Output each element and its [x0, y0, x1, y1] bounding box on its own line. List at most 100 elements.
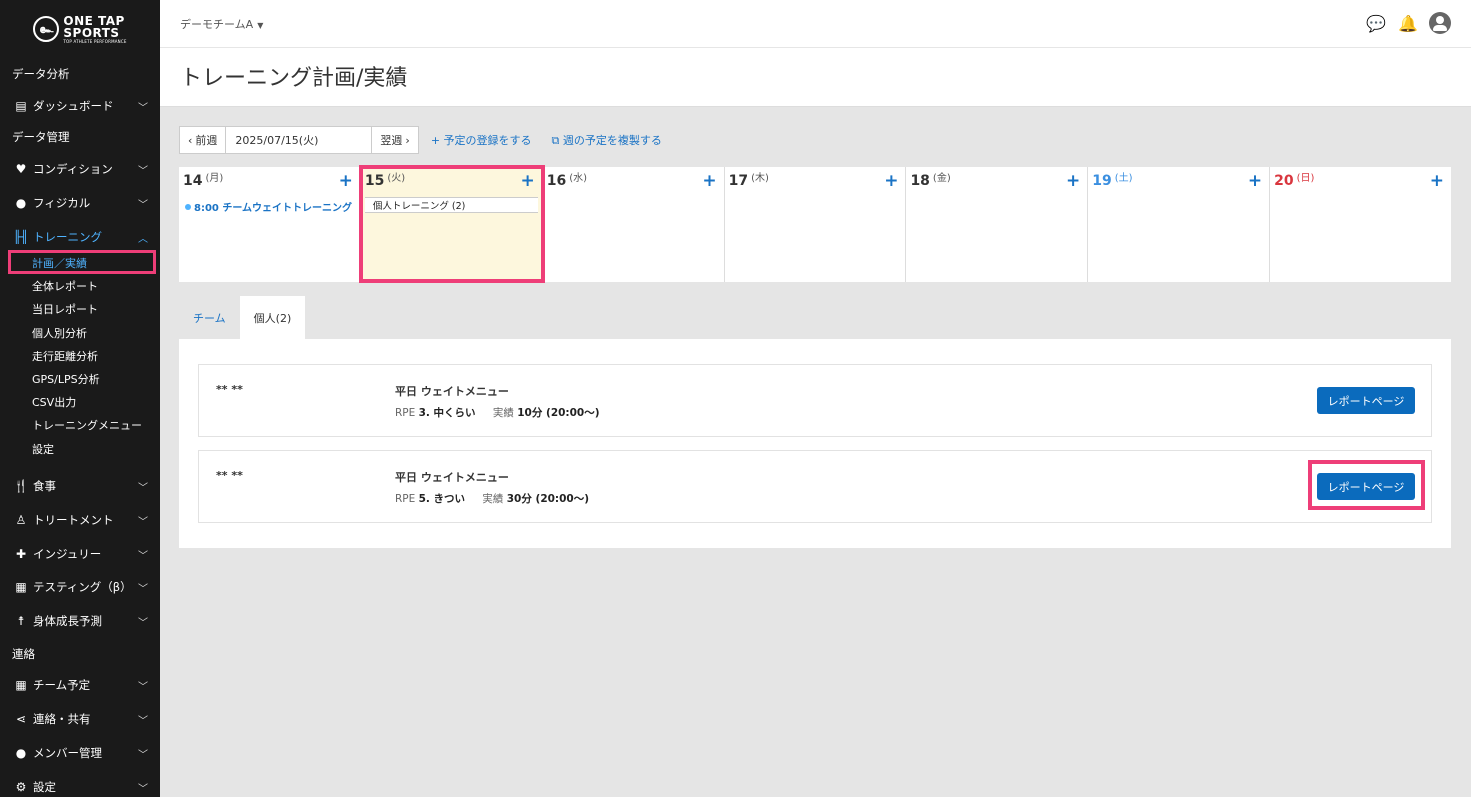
child-icon: ☨: [17, 614, 25, 628]
bell-icon[interactable]: 🔔: [1397, 12, 1419, 34]
add-event-icon[interactable]: +: [1066, 171, 1080, 191]
sidebar-item-members[interactable]: ● メンバー管理 ﹀: [0, 740, 160, 766]
highlight-frame: [8, 250, 156, 274]
logo-tagline: TOP ATHLETE PERFORMANCE: [63, 38, 127, 44]
actual-value: 30分 (20:00〜): [506, 493, 590, 505]
chevron-down-icon: ﹀: [138, 681, 148, 693]
sidebar-subitem-distance-analysis[interactable]: 走行距離分析: [32, 348, 98, 364]
sidebar-item-meal[interactable]: 🍴 食事 ﹀: [0, 473, 160, 499]
calendar-day[interactable]: 18 (金) +: [906, 167, 1089, 282]
sidebar-subitem-settings[interactable]: 設定: [32, 441, 54, 457]
team-event-label: 8:00 チームウェイトトレーニング: [194, 203, 353, 214]
athlete-name: ** **: [216, 469, 243, 482]
sidebar: ๛ ONE TAP SPORTS TOP ATHLETE PERFORMANCE…: [0, 0, 160, 797]
utensils-icon: 🍴: [13, 479, 29, 493]
rpe-label: RPE: [395, 407, 416, 419]
calendar-day-saturday[interactable]: 19 (土) +: [1088, 167, 1271, 282]
user-avatar-icon[interactable]: [1429, 12, 1451, 34]
sidebar-item-label: コンディション: [33, 162, 113, 176]
testing-icon: ▦: [15, 580, 27, 594]
day-number: 15: [364, 173, 385, 189]
copy-week-link[interactable]: ⧉ 週の予定を複製する: [552, 132, 662, 148]
day-number: 16: [546, 173, 567, 189]
chevron-down-icon: ﹀: [138, 783, 148, 795]
sidebar-item-label: 連絡・共有: [33, 712, 91, 726]
page-title: トレーニング計画/実績: [180, 66, 408, 91]
sidebar-item-physical[interactable]: ● フィジカル ﹀: [0, 190, 160, 216]
calendar-day[interactable]: 17 (木) +: [725, 167, 907, 282]
sidebar-subitem-individual-analysis[interactable]: 個人別分析: [32, 325, 87, 341]
sidebar-item-settings[interactable]: ⚙ 設定 ﹀: [0, 774, 160, 797]
calendar-day-sunday[interactable]: 20 (日) +: [1270, 167, 1451, 282]
add-event-icon[interactable]: +: [884, 171, 898, 191]
add-event-icon[interactable]: +: [339, 171, 353, 191]
next-week-button[interactable]: 翌週 ›: [371, 126, 419, 154]
day-of-week: (木): [751, 173, 769, 184]
tab-team[interactable]: チーム: [179, 296, 240, 339]
team-event[interactable]: 8:00 チームウェイトトレーニング: [185, 199, 352, 214]
sidebar-item-dashboard[interactable]: ▤ ダッシュボード ﹀: [0, 93, 160, 119]
add-event-icon[interactable]: +: [1248, 171, 1262, 191]
chevron-down-icon: ﹀: [138, 583, 148, 595]
chevron-down-icon: ﹀: [138, 199, 148, 211]
chat-icon[interactable]: 💬: [1365, 12, 1387, 34]
record-meta: RPE 5. きつい 実績 30分 (20:00〜): [395, 491, 589, 506]
calendar-icon: ▦: [15, 678, 27, 692]
sidebar-subitem-gps-analysis[interactable]: GPS/LPS分析: [32, 371, 100, 387]
dumbbell-icon: ╟╢: [13, 230, 29, 244]
sidebar-subitem-csv-export[interactable]: CSV出力: [32, 394, 76, 410]
day-number: 14: [183, 173, 203, 189]
sidebar-item-label: トリートメント: [33, 513, 114, 527]
sidebar-item-growth[interactable]: ☨ 身体成長予測 ﹀: [0, 608, 160, 634]
section-contact: 連絡: [12, 647, 35, 661]
menu-title: 平日 ウェイトメニュー: [395, 471, 509, 484]
day-of-week: (水): [569, 173, 588, 184]
date-field[interactable]: 2025/07/15(火): [226, 126, 372, 154]
day-number: 20: [1274, 173, 1294, 189]
sidebar-subitem-training-menu[interactable]: トレーニングメニュー: [32, 417, 142, 433]
page-header: トレーニング計画/実績: [160, 48, 1471, 107]
sidebar-subitem-daily-report[interactable]: 当日レポート: [32, 301, 98, 317]
sidebar-item-label: テスティング（β）: [33, 580, 132, 594]
calendar-day[interactable]: 16 (水) +: [543, 167, 725, 282]
brand-logo[interactable]: ๛ ONE TAP SPORTS TOP ATHLETE PERFORMANCE: [0, 0, 160, 58]
sidebar-item-team-schedule[interactable]: ▦ チーム予定 ﹀: [0, 672, 160, 698]
section-data-management: データ管理: [12, 130, 70, 144]
add-schedule-link[interactable]: + 予定の登録をする: [431, 132, 532, 148]
report-page-button[interactable]: レポートページ: [1317, 473, 1415, 500]
sidebar-item-label: インジュリー: [33, 547, 102, 561]
tab-personal[interactable]: 個人(2): [239, 296, 306, 339]
actual-label: 実績: [492, 407, 514, 419]
share-icon: ⋖: [15, 712, 27, 726]
sidebar-item-condition[interactable]: ♥ コンディション ﹀: [0, 156, 160, 182]
day-of-week: (月): [205, 173, 224, 184]
sidebar-item-injury[interactable]: ✚ インジュリー ﹀: [0, 541, 160, 567]
chevron-up-icon: ︿: [138, 233, 148, 245]
athlete-name: ** **: [216, 383, 243, 396]
chevron-down-icon: ﹀: [138, 516, 148, 528]
sidebar-subitem-overall-report[interactable]: 全体レポート: [32, 278, 98, 294]
chevron-down-icon: ﹀: [138, 550, 148, 562]
prev-week-button[interactable]: ‹ 前週: [179, 126, 227, 154]
logo-icon: ๛: [33, 16, 60, 42]
record-meta: RPE 3. 中くらい 実績 10分 (20:00〜): [395, 405, 600, 420]
sidebar-item-share[interactable]: ⋖ 連絡・共有 ﹀: [0, 706, 160, 732]
sidebar-item-treatment[interactable]: ♙ トリートメント ﹀: [0, 507, 160, 533]
calendar-day[interactable]: 14 (月) + 8:00 チームウェイトトレーニング: [179, 167, 361, 282]
team-select[interactable]: デーモチームA ▼: [180, 16, 263, 32]
sidebar-item-label: ダッシュボード: [33, 99, 114, 113]
chevron-down-icon: ﹀: [138, 165, 148, 177]
personal-event[interactable]: 個人トレーニング (2): [364, 197, 538, 213]
add-event-icon[interactable]: +: [520, 171, 534, 191]
day-of-week: (金): [932, 173, 951, 184]
add-event-icon[interactable]: +: [1430, 171, 1444, 191]
heartbeat-icon: ♥: [15, 162, 27, 176]
rpe-label: RPE: [395, 493, 416, 505]
sidebar-item-training[interactable]: ╟╢ トレーニング ︿: [0, 224, 160, 250]
report-page-button[interactable]: レポートページ: [1317, 387, 1415, 414]
sidebar-item-label: トレーニング: [33, 230, 102, 244]
record-card: ** ** 平日 ウェイトメニュー RPE 3. 中くらい 実績 10分 (20…: [198, 364, 1432, 437]
sidebar-item-testing[interactable]: ▦ テスティング（β） ﹀: [0, 574, 160, 600]
calendar-day-today[interactable]: 15 (火) + 個人トレーニング (2): [360, 167, 543, 282]
add-event-icon[interactable]: +: [702, 171, 716, 191]
